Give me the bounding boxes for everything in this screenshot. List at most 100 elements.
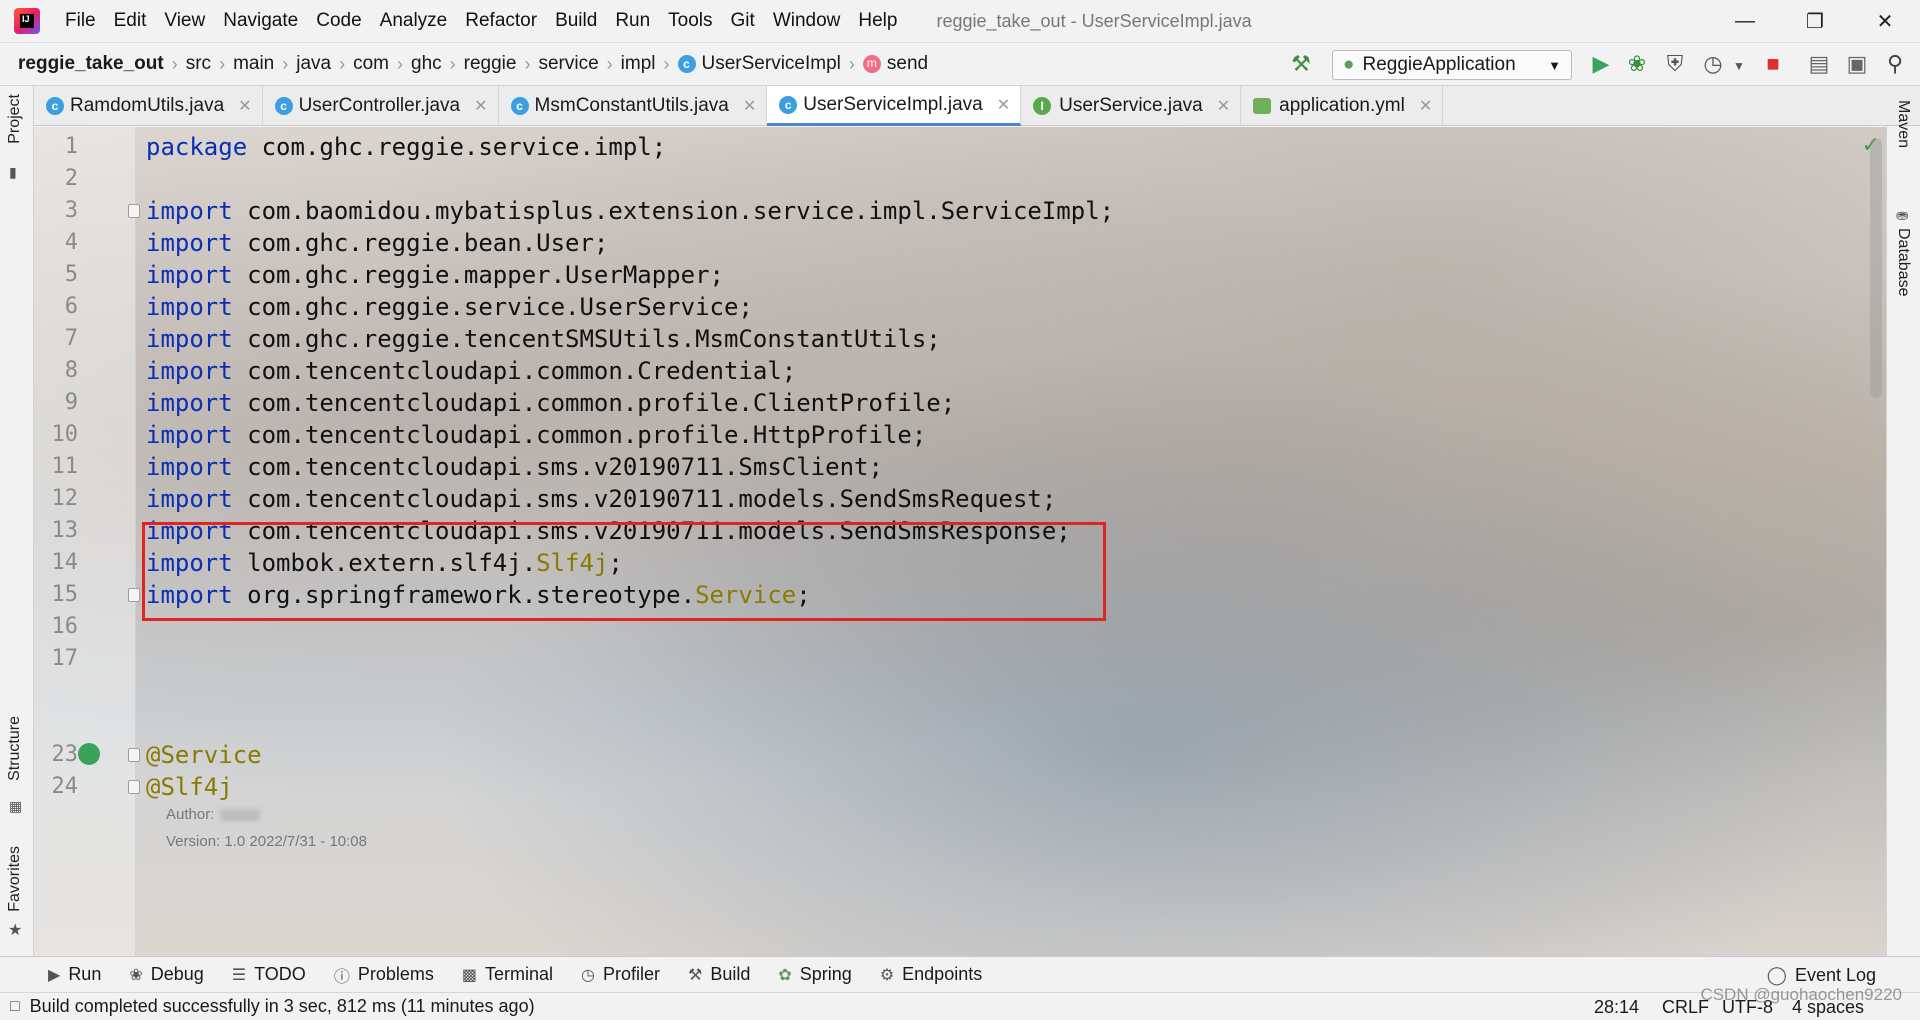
more-run-options-icon[interactable]: ▼ [1726,53,1752,79]
close-icon[interactable]: ✕ [743,96,756,116]
run-icon[interactable]: ▶ [1588,51,1614,77]
tab-usercontroller[interactable]: c UserController.java ✕ [263,86,499,126]
tab-userservice[interactable]: I UserService.java ✕ [1021,86,1242,126]
build-hammer-icon[interactable]: ⚒ [1288,51,1314,77]
line-number: 5 [64,262,78,287]
favorites-tool-button[interactable]: Favorites [6,846,24,912]
project-tool-button[interactable]: Project [6,94,24,144]
fold-icon[interactable] [128,588,140,602]
build-tool-button[interactable]: ⚒ Build [674,964,764,985]
caret-position[interactable]: 28:14 [1594,993,1639,1020]
toggle-tool-windows-icon[interactable]: □ [10,998,20,1016]
chevron-right-icon: › [524,53,531,74]
debug-tool-button[interactable]: ❀ Debug [115,964,217,985]
stop-icon[interactable]: ■ [1760,51,1786,77]
menu-refactor[interactable]: Refactor [456,10,546,32]
code-editor[interactable]: 1 package com.ghc.reggie.service.impl; 2… [34,127,1886,956]
menu-edit[interactable]: Edit [105,10,156,32]
tab-label: RamdomUtils.java [70,95,225,116]
close-icon[interactable]: ✕ [1419,96,1432,116]
breadcrumb-java[interactable]: java [290,53,337,75]
breadcrumb-ghc[interactable]: ghc [405,53,448,75]
folder-icon: ▮ [9,164,17,180]
menu-view[interactable]: View [155,10,214,32]
tab-userserviceimpl[interactable]: c UserServiceImpl.java ✕ [767,86,1022,126]
menu-git[interactable]: Git [722,10,764,32]
code-body: com.tencentcloudapi.common.profile.Clien… [232,388,956,417]
code-text: import com.baomidou.mybatisplus.extensio… [146,197,1114,225]
minimize-button[interactable]: — [1710,0,1780,42]
tab-application-yml[interactable]: application.yml ✕ [1241,86,1444,126]
tool-window-icon[interactable]: ▣ [1844,51,1870,77]
code-text: package com.ghc.reggie.service.impl; [146,133,666,161]
breadcrumb-src[interactable]: src [180,53,217,75]
menu-code[interactable]: Code [307,10,370,32]
run-configuration-select[interactable]: ● ReggieApplication ▼ [1332,50,1572,80]
close-icon[interactable]: ✕ [474,96,487,116]
spring-tool-button[interactable]: ✿ Spring [764,964,865,985]
star-icon: ★ [8,922,23,939]
code-text: import com.tencentcloudapi.common.profil… [146,421,926,449]
tab-ramdomutils[interactable]: c RamdomUtils.java ✕ [34,86,263,126]
breadcrumb-method[interactable]: m send [857,53,934,75]
terminal-tool-button[interactable]: ▩ Terminal [448,964,567,985]
database-tool-button[interactable]: Database [1894,228,1912,297]
close-icon[interactable]: ✕ [997,95,1010,115]
problems-tool-button[interactable]: ⓘ Problems [320,963,448,987]
vertical-scrollbar[interactable] [1870,138,1882,398]
menu-file[interactable]: File [56,10,105,32]
search-icon[interactable]: ⚲ [1882,51,1908,77]
restore-button[interactable]: ❐ [1780,0,1850,42]
menu-navigate[interactable]: Navigate [214,10,307,32]
tool-label: Build [710,964,751,984]
line-number: 6 [64,294,78,319]
code-body: com.tencentcloudapi.sms.v20190711.models… [232,484,1057,513]
menu-build[interactable]: Build [546,10,606,32]
structure-tool-button[interactable]: Structure [6,716,24,781]
line-number: 2 [64,166,78,191]
project-structure-icon[interactable]: ▤ [1806,51,1832,77]
todo-tool-button[interactable]: ☰ TODO [218,964,320,985]
tab-label: UserServiceImpl.java [803,93,983,115]
close-icon[interactable]: ✕ [1217,96,1230,116]
breadcrumb-class-label: UserServiceImpl [701,53,841,74]
fold-icon[interactable] [128,204,140,218]
fold-icon[interactable] [128,748,140,762]
spring-bean-icon[interactable] [78,743,100,765]
line-number: 17 [51,646,79,671]
breadcrumb-service[interactable]: service [532,53,604,75]
breadcrumb-impl[interactable]: impl [615,53,662,75]
menu-bar: IJ File Edit View Navigate Code Analyze … [0,0,1920,42]
chevron-right-icon: › [282,53,289,74]
code-text: import com.tencentcloudapi.common.profil… [146,389,955,417]
endpoints-tool-button[interactable]: ⚙ Endpoints [866,964,996,985]
chevron-right-icon: › [171,53,178,74]
status-message[interactable]: Build completed successfully in 3 sec, 8… [30,996,535,1017]
breadcrumb-main[interactable]: main [227,53,280,75]
menu-window[interactable]: Window [764,10,850,32]
close-icon[interactable]: ✕ [238,96,251,116]
fold-icon[interactable] [128,780,140,794]
menu-help[interactable]: Help [849,10,906,32]
breadcrumb-project[interactable]: reggie_take_out [12,53,170,75]
tool-label: Run [68,964,102,984]
profiler-icon[interactable]: ◷ [1700,51,1726,77]
code-line: 24 @Slf4j [34,767,1834,806]
interface-icon: I [1033,97,1052,115]
menu-tools[interactable]: Tools [659,10,721,32]
debug-icon[interactable]: ❀ [1624,51,1650,77]
tool-label: Profiler [602,964,660,984]
maven-tool-button[interactable]: Maven [1894,100,1912,148]
tab-msmconstantutils[interactable]: c MsmConstantUtils.java ✕ [499,86,768,126]
coverage-icon[interactable]: ⛨ [1662,51,1688,77]
menu-analyze[interactable]: Analyze [371,10,457,32]
breadcrumb-class[interactable]: c UserServiceImpl [672,53,847,75]
close-window-button[interactable]: ✕ [1850,0,1920,42]
code-body: com.tencentcloudapi.common.profile.HttpP… [232,420,927,449]
breadcrumb-reggie[interactable]: reggie [458,53,523,75]
breadcrumb-com[interactable]: com [347,53,395,75]
tool-label: TODO [254,964,306,984]
profiler-tool-button[interactable]: ◷ Profiler [567,964,674,985]
run-tool-button[interactable]: ▶ Run [34,964,115,985]
menu-run[interactable]: Run [606,10,659,32]
